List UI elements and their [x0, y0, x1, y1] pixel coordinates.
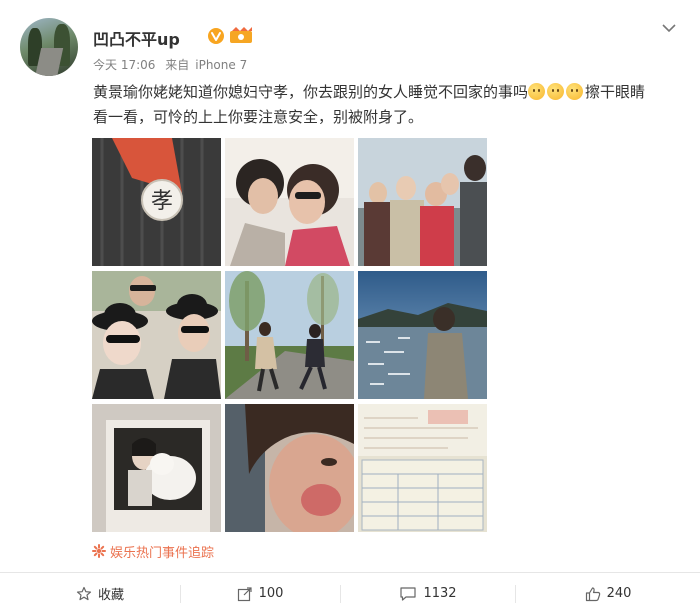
topic-link[interactable]: 娱乐热门事件追踪 — [110, 542, 214, 561]
fan-badge-icon — [230, 27, 252, 43]
repost-icon — [237, 586, 252, 601]
mourning-badge-text: 孝 — [151, 189, 173, 214]
photo-lake-view[interactable] — [358, 271, 487, 399]
favorite-button[interactable]: 收藏 — [20, 573, 180, 614]
post-text-part1: 黄景瑜你姥姥知道你媳妇守孝，你去跟别的女人睡觉不回家的事吗 — [93, 83, 529, 101]
repost-count: 100 — [258, 586, 284, 601]
comment-count: 1132 — [423, 586, 457, 601]
photo-kiss-selfie[interactable] — [225, 138, 354, 266]
favorite-label: 收藏 — [97, 588, 124, 603]
chevron-down-icon[interactable] — [661, 20, 677, 36]
topic-icon — [92, 544, 106, 558]
repost-button[interactable]: 100 — [180, 573, 340, 614]
emoji-icon — [528, 83, 546, 100]
star-icon — [76, 586, 92, 600]
verified-badge-icon — [208, 28, 224, 44]
thumbs-up-icon — [585, 586, 600, 601]
photo-hospital-document[interactable] — [358, 404, 487, 532]
avatar[interactable] — [20, 18, 78, 76]
post-time[interactable]: 今天 17:06 — [93, 58, 155, 72]
post-source[interactable]: iPhone 7 — [195, 58, 247, 72]
post-text: 黄景瑜你姥姥知道你媳妇守孝，你去跟别的女人睡觉不回家的事吗 擦干眼睛看一看，可怜的… — [93, 80, 653, 130]
username[interactable]: 凹凸不平up — [93, 26, 180, 50]
like-button[interactable]: 240 — [528, 573, 688, 614]
photo-mourning-badge[interactable]: 孝 — [92, 138, 221, 266]
photo-girl-with-dog[interactable] — [92, 404, 221, 532]
photo-face-closeup[interactable] — [225, 404, 354, 532]
action-bar: 收藏 100 1132 240 — [0, 573, 700, 614]
source-prefix: 来自 — [165, 58, 190, 72]
like-count: 240 — [606, 586, 632, 601]
photo-park-playing[interactable] — [225, 271, 354, 399]
comment-icon — [400, 586, 417, 601]
post-meta: 今天 17:06 来自 iPhone 7 — [93, 56, 253, 73]
photo-couple-hats[interactable] — [92, 271, 221, 399]
emoji-icon — [547, 83, 565, 100]
comment-button[interactable]: 1132 — [348, 573, 508, 614]
weibo-post-card: 凹凸不平up 今天 17:06 来自 iPhone 7 黄景瑜你姥姥知道你媳妇守孝… — [0, 0, 700, 614]
photo-family-group[interactable] — [358, 138, 487, 266]
emoji-icon — [566, 83, 584, 100]
